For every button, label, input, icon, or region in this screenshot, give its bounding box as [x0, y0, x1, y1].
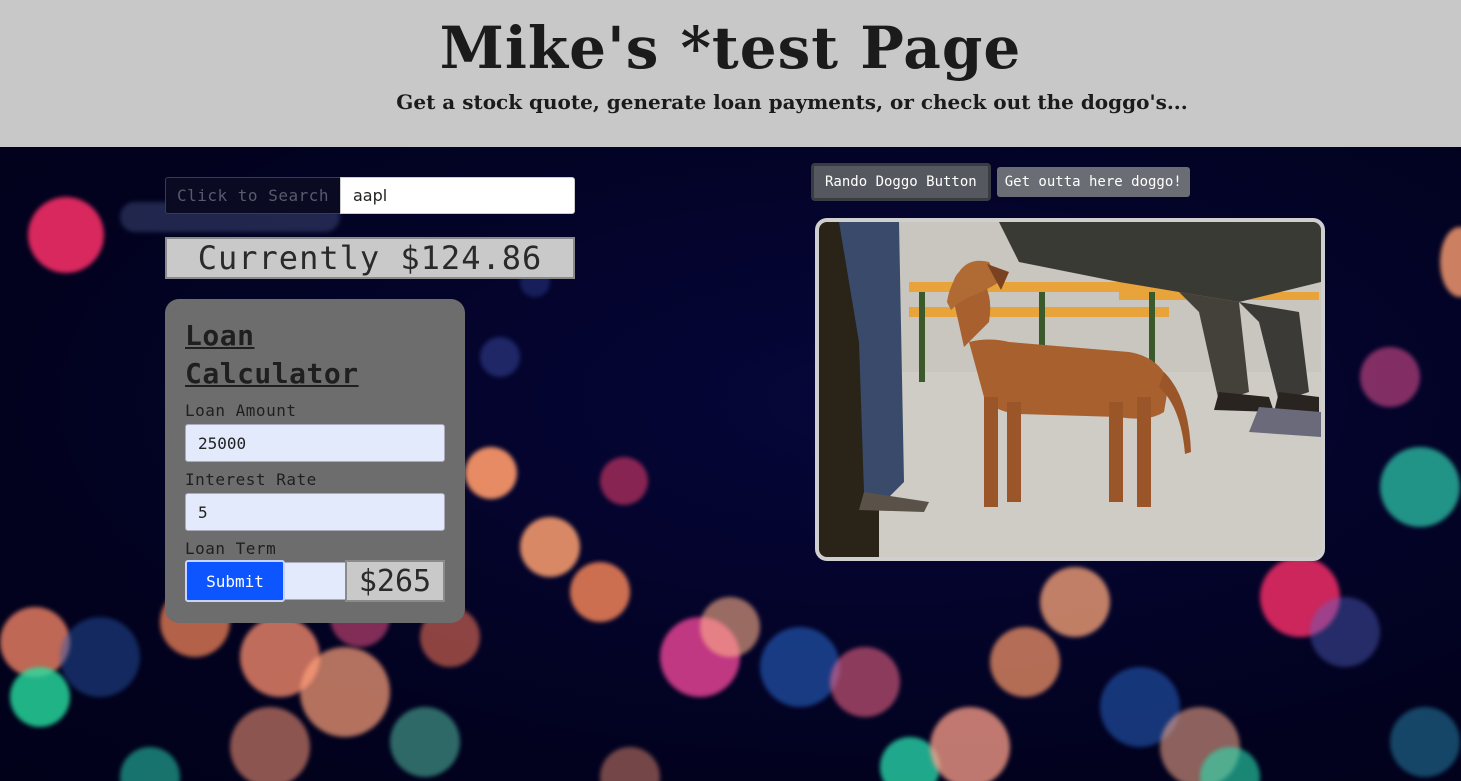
- page-header: Mike's *test Page Get a stock quote, gen…: [0, 0, 1461, 147]
- stock-quote-display: Currently $124.86: [165, 237, 575, 279]
- loan-calculator: Loan Calculator Loan Amount Interest Rat…: [165, 299, 465, 623]
- loan-term-label: Loan Term: [185, 539, 277, 558]
- loan-amount-label: Loan Amount: [185, 401, 297, 420]
- loan-calculator-title: Loan Calculator: [185, 319, 359, 390]
- stock-symbol-input[interactable]: [340, 177, 575, 214]
- search-button[interactable]: Click to Search: [165, 177, 340, 214]
- dog-controls: Rando Doggo Button Get outta here doggo!: [811, 163, 1190, 201]
- random-dog-button[interactable]: Rando Doggo Button: [811, 163, 991, 201]
- dog-photo: [819, 222, 1321, 557]
- loan-amount-input[interactable]: [185, 424, 445, 462]
- dog-image-frame: [815, 218, 1325, 561]
- page-title: Mike's *test Page: [439, 14, 1022, 82]
- interest-rate-input[interactable]: [185, 493, 445, 531]
- monthly-payment-display: $265: [345, 560, 445, 602]
- stock-search-group: Click to Search: [165, 177, 575, 214]
- interest-rate-label: Interest Rate: [185, 470, 317, 489]
- page-subtitle: Get a stock quote, generate loan payment…: [396, 90, 1188, 114]
- loan-actions: Submit $265: [185, 560, 445, 602]
- submit-button[interactable]: Submit: [185, 560, 285, 602]
- hide-dog-button[interactable]: Get outta here doggo!: [996, 167, 1190, 197]
